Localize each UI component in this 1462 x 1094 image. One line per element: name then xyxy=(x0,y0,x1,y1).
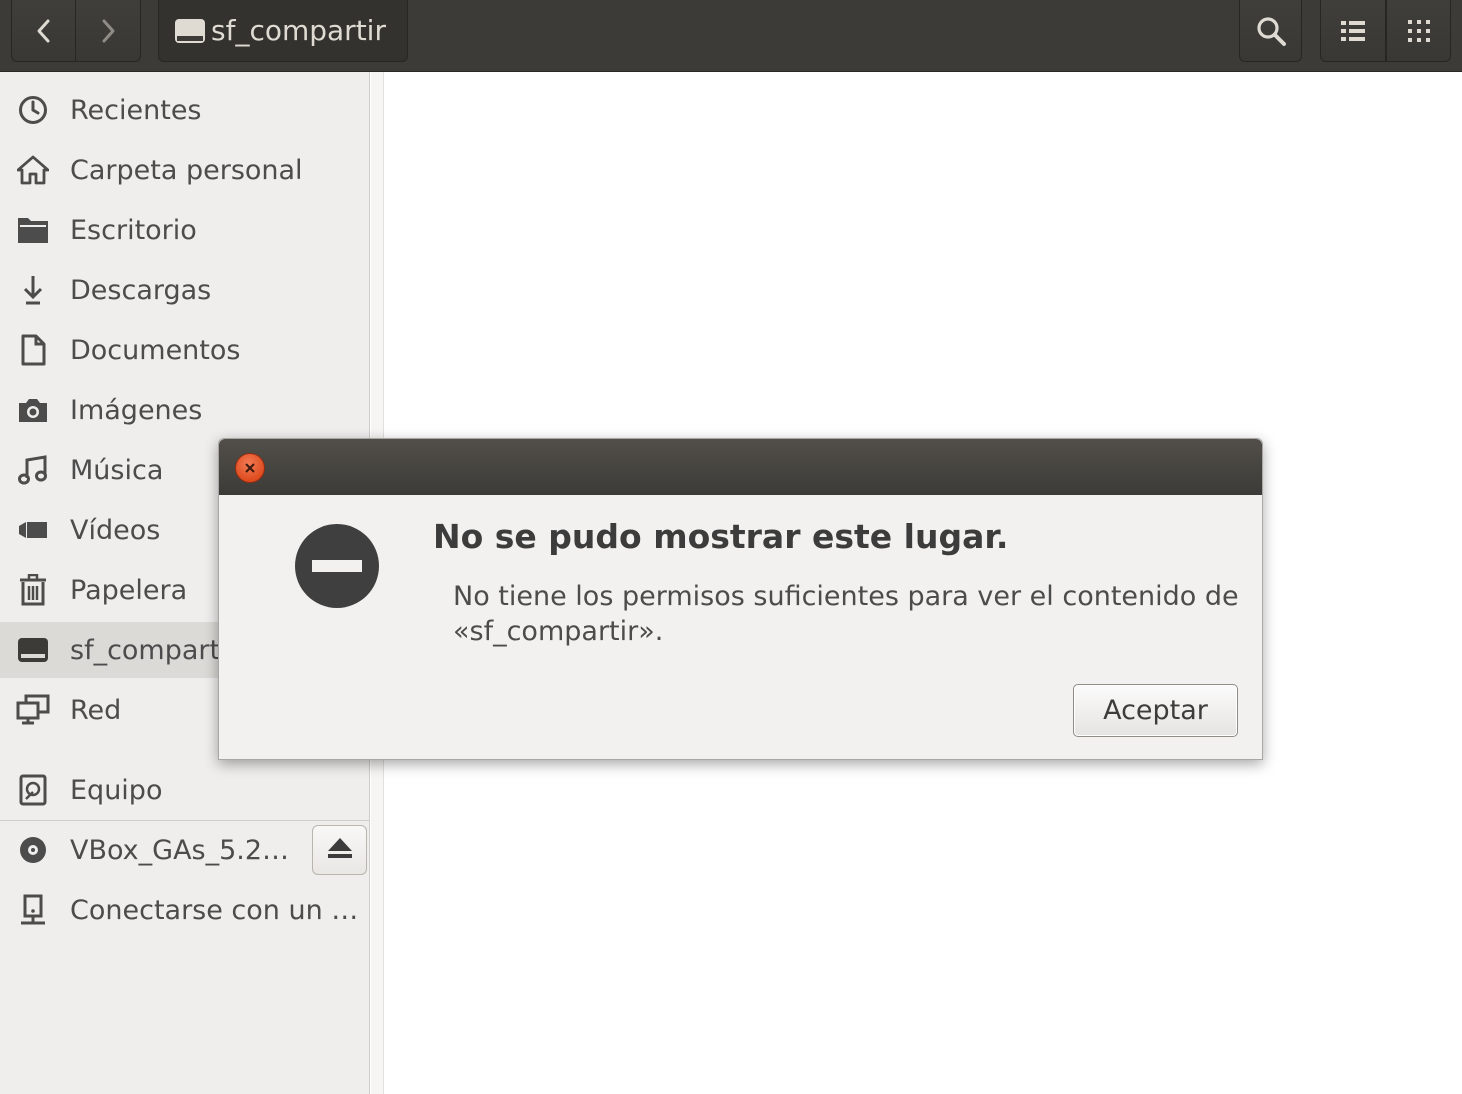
sidebar-item-equipo[interactable]: Equipo xyxy=(0,762,370,818)
accept-button[interactable]: Aceptar xyxy=(1073,684,1238,737)
path-bar-button[interactable]: sf_compartir xyxy=(158,0,408,62)
close-button[interactable] xyxy=(235,453,265,483)
music-icon xyxy=(16,453,50,487)
folder-icon xyxy=(16,213,50,247)
sidebar-item-label: Papelera xyxy=(70,574,188,606)
path-label: sf_compartir xyxy=(211,14,386,47)
sidebar-item-recientes[interactable]: Recientes xyxy=(0,82,370,138)
download-icon xyxy=(16,273,50,307)
dialog-heading: No se pudo mostrar este lugar. xyxy=(433,517,1009,556)
sidebar-item-documentos[interactable]: Documentos xyxy=(0,322,370,378)
document-icon xyxy=(16,333,50,367)
sidebar-item-carpeta-personal[interactable]: Carpeta personal xyxy=(0,142,370,198)
sidebar-item-label: Imágenes xyxy=(70,394,203,426)
server-icon xyxy=(16,893,50,927)
list-view-icon xyxy=(1340,19,1366,43)
chevron-left-icon xyxy=(34,18,54,44)
trash-icon xyxy=(16,573,50,607)
sidebar-item-label: Equipo xyxy=(70,774,163,806)
header-bar: sf_compartir xyxy=(0,0,1462,72)
sidebar-item-label: VBox_GAs_5.2… xyxy=(70,834,290,866)
sidebar-item-imagenes[interactable]: Imágenes xyxy=(0,382,370,438)
eject-button[interactable] xyxy=(312,825,367,875)
no-entry-icon xyxy=(294,523,380,609)
network-icon xyxy=(16,693,50,727)
video-icon xyxy=(16,513,50,547)
sidebar-item-label: Escritorio xyxy=(70,214,197,246)
sidebar-item-conectarse[interactable]: Conectarse con un … xyxy=(0,882,370,938)
search-button[interactable] xyxy=(1239,0,1302,62)
sidebar-item-label: Descargas xyxy=(70,274,212,306)
forward-button[interactable] xyxy=(75,0,141,62)
dialog-titlebar[interactable] xyxy=(219,439,1262,495)
search-icon xyxy=(1255,15,1287,47)
drive-icon xyxy=(16,633,50,667)
sidebar-item-label: Vídeos xyxy=(70,514,161,546)
dialog-message: No tiene los permisos suficientes para v… xyxy=(453,581,1239,647)
grid-view-button[interactable] xyxy=(1386,0,1451,62)
grid-view-icon xyxy=(1406,18,1432,44)
sidebar-item-label: Recientes xyxy=(70,94,202,126)
back-button[interactable] xyxy=(11,0,76,62)
computer-icon xyxy=(16,773,50,807)
sidebar-item-label: Conectarse con un … xyxy=(70,894,359,926)
disc-icon xyxy=(16,833,50,867)
eject-icon xyxy=(326,836,354,864)
sidebar-item-descargas[interactable]: Descargas xyxy=(0,262,370,318)
clock-icon xyxy=(16,93,50,127)
sidebar-item-label: Música xyxy=(70,454,164,486)
camera-icon xyxy=(16,393,50,427)
sidebar-item-label: Documentos xyxy=(70,334,241,366)
sidebar-item-label: sf_compartir xyxy=(70,634,239,666)
sidebar-item-label: Red xyxy=(70,694,122,726)
chevron-right-icon xyxy=(98,18,118,44)
sidebar-item-label: Carpeta personal xyxy=(70,154,303,186)
close-icon xyxy=(244,459,256,478)
list-view-button[interactable] xyxy=(1320,0,1386,62)
drive-icon xyxy=(173,17,207,45)
sidebar-item-escritorio[interactable]: Escritorio xyxy=(0,202,370,258)
home-icon xyxy=(16,153,50,187)
sidebar-separator xyxy=(0,820,370,821)
error-dialog: No se pudo mostrar este lugar. No tiene … xyxy=(218,438,1263,760)
